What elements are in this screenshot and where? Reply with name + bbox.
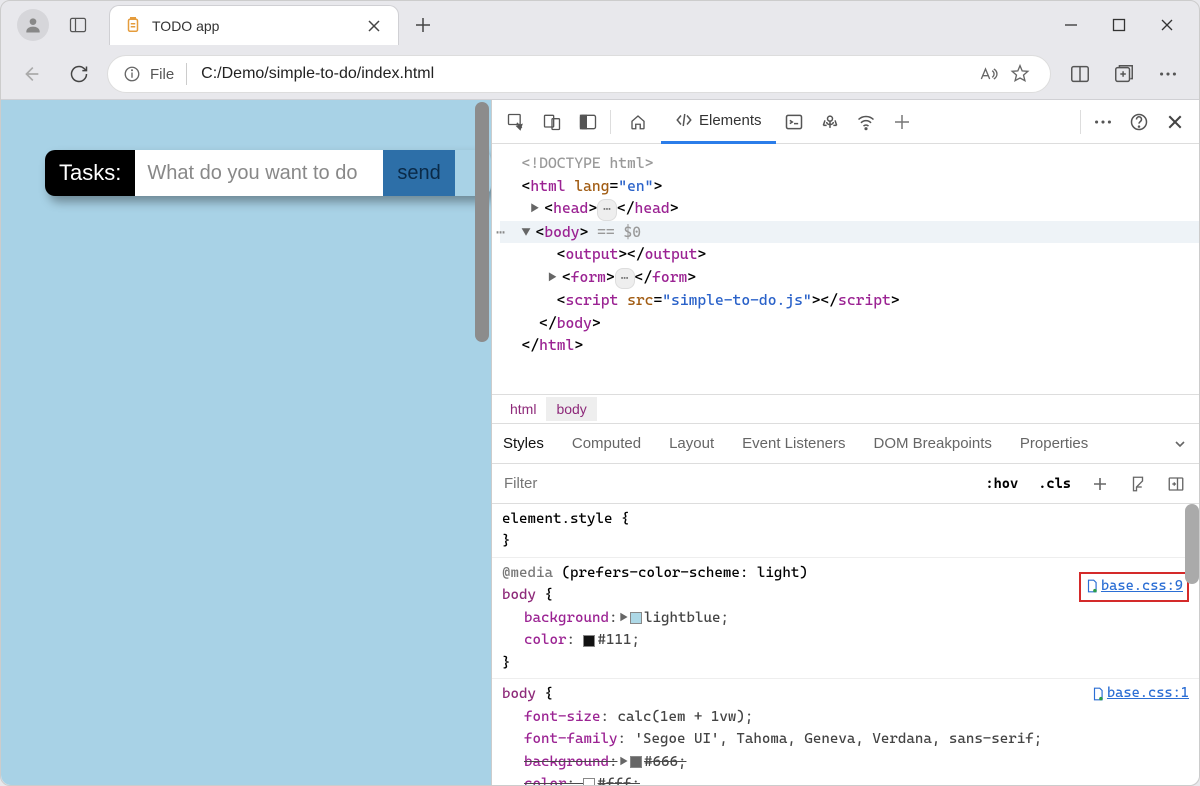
sources-tab-button[interactable] xyxy=(812,104,848,140)
source-link-1[interactable]: base.css:9 xyxy=(1079,572,1189,602)
devtools-help-button[interactable] xyxy=(1121,104,1157,140)
styles-filter-row: :hov .cls xyxy=(492,464,1199,504)
devtools-toolbar: Elements xyxy=(492,100,1199,144)
devtools-more-button[interactable] xyxy=(1085,104,1121,140)
elements-tab[interactable]: Elements xyxy=(661,100,776,144)
refresh-button[interactable] xyxy=(59,54,99,94)
dom-selected-node[interactable]: ▼<body> == $0 xyxy=(500,221,1199,244)
tab-favicon-icon xyxy=(124,17,142,35)
url-scheme-label: File xyxy=(150,66,174,83)
crumb-body[interactable]: body xyxy=(546,397,596,421)
device-emulation-button[interactable] xyxy=(534,104,570,140)
todo-form: Tasks: send xyxy=(45,150,491,196)
send-button[interactable]: send xyxy=(383,150,454,196)
styles-subtabs: Styles Computed Layout Event Listeners D… xyxy=(492,424,1199,464)
url-text: C:/Demo/simple-to-do/index.html xyxy=(201,65,972,83)
toggle-sidebar-button[interactable] xyxy=(1161,469,1191,499)
new-style-rule-button[interactable] xyxy=(1085,469,1115,499)
split-screen-button[interactable] xyxy=(1059,54,1101,94)
devtools-panel: Elements xyxy=(491,100,1199,785)
subtabs-expand-icon[interactable] xyxy=(1173,437,1187,451)
inspect-element-button[interactable] xyxy=(498,104,534,140)
dom-tree[interactable]: <!DOCTYPE html> <html lang="en"> ▶<head>… xyxy=(492,144,1199,394)
browser-menu-button[interactable] xyxy=(1147,54,1189,94)
tab-title: TODO app xyxy=(152,18,360,34)
source-link-2[interactable]: base.css:1 xyxy=(1091,683,1189,705)
styles-pane[interactable]: element.style { } @media (prefers-color-… xyxy=(492,504,1199,785)
page-viewport: Tasks: send xyxy=(1,100,491,785)
omnibox[interactable]: File C:/Demo/simple-to-do/index.html xyxy=(107,55,1051,93)
subtab-styles[interactable]: Styles xyxy=(500,435,547,452)
subtab-event-listeners[interactable]: Event Listeners xyxy=(739,435,848,452)
back-button[interactable] xyxy=(11,54,51,94)
window-minimize-button[interactable] xyxy=(1047,5,1095,45)
favorite-button[interactable] xyxy=(1004,58,1036,90)
tasks-label: Tasks: xyxy=(45,150,135,196)
styles-scrollbar[interactable] xyxy=(1185,504,1199,584)
read-aloud-button[interactable] xyxy=(972,58,1004,90)
address-bar: File C:/Demo/simple-to-do/index.html xyxy=(1,49,1199,99)
cls-toggle[interactable]: .cls xyxy=(1032,472,1077,496)
title-bar: TODO app xyxy=(1,1,1199,49)
computed-styles-toggle[interactable] xyxy=(1123,469,1153,499)
network-tab-button[interactable] xyxy=(848,104,884,140)
devtools-close-button[interactable] xyxy=(1157,104,1193,140)
hov-toggle[interactable]: :hov xyxy=(979,472,1024,496)
more-tabs-button[interactable] xyxy=(884,104,920,140)
new-tab-button[interactable] xyxy=(403,5,443,45)
subtab-layout[interactable]: Layout xyxy=(666,435,717,452)
tab-close-button[interactable] xyxy=(360,12,388,40)
welcome-tab[interactable] xyxy=(615,100,661,144)
task-input[interactable] xyxy=(135,150,383,196)
omnibox-separator xyxy=(186,63,187,85)
element-style-selector: element.style { xyxy=(502,508,1189,530)
collections-button[interactable] xyxy=(1103,54,1145,94)
dom-breadcrumb[interactable]: html body xyxy=(492,394,1199,424)
dock-side-button[interactable] xyxy=(570,104,606,140)
styles-filter-input[interactable] xyxy=(492,464,979,503)
subtab-dom-breakpoints[interactable]: DOM Breakpoints xyxy=(871,435,995,452)
tab-actions-button[interactable] xyxy=(61,8,95,42)
subtab-properties[interactable]: Properties xyxy=(1017,435,1091,452)
console-tab-button[interactable] xyxy=(776,104,812,140)
crumb-html[interactable]: html xyxy=(500,397,546,421)
elements-tab-label: Elements xyxy=(699,112,762,129)
window-close-button[interactable] xyxy=(1143,5,1191,45)
subtab-computed[interactable]: Computed xyxy=(569,435,644,452)
profile-button[interactable] xyxy=(17,9,49,41)
page-scrollbar[interactable] xyxy=(475,102,489,342)
site-info-icon[interactable] xyxy=(122,64,142,84)
window-maximize-button[interactable] xyxy=(1095,5,1143,45)
browser-tab[interactable]: TODO app xyxy=(109,5,399,45)
